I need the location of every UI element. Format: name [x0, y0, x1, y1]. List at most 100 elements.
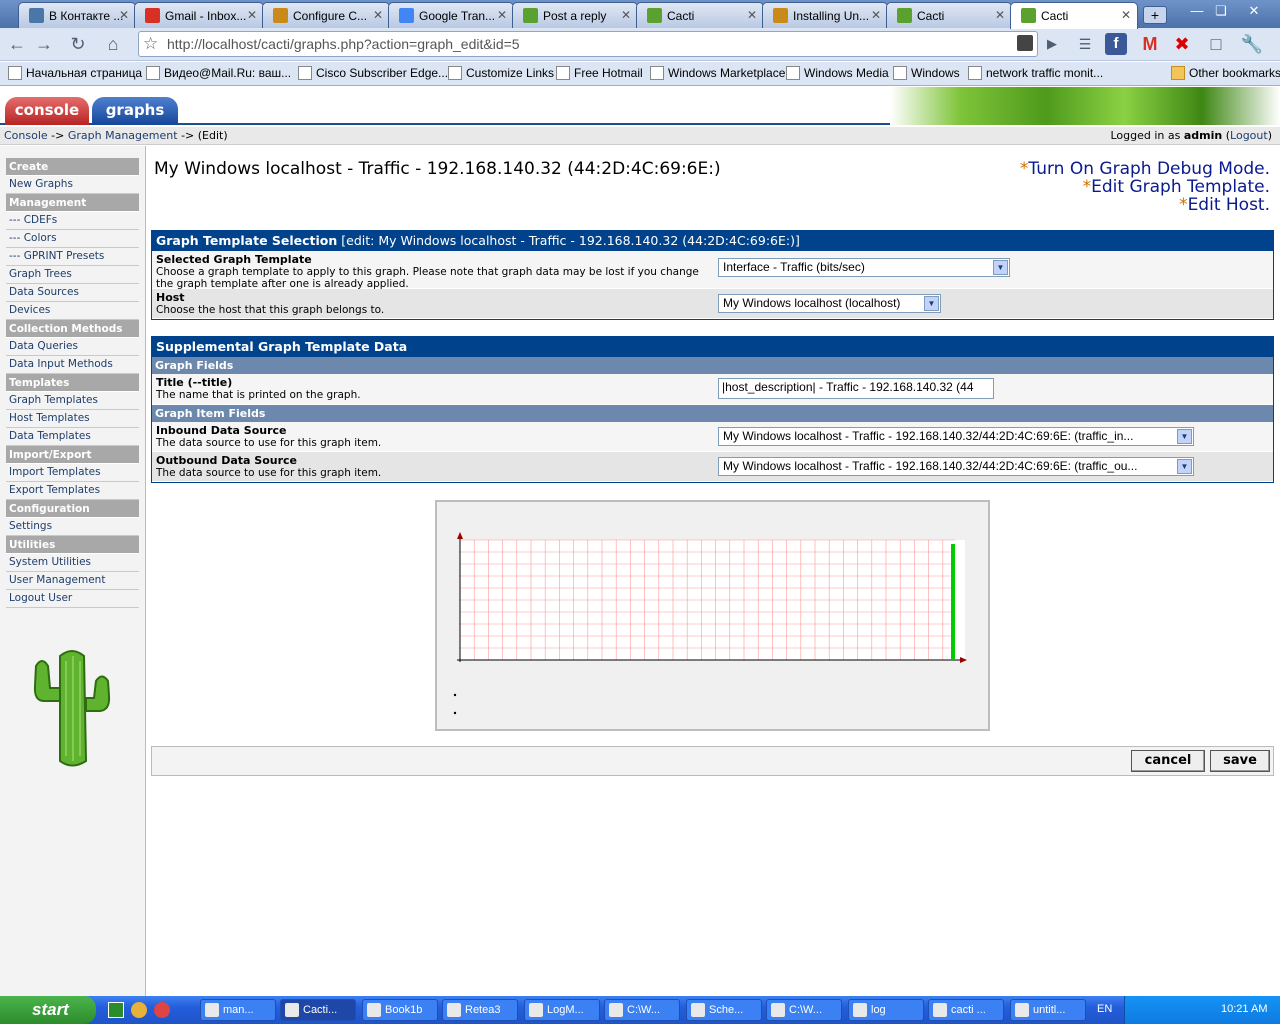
bookmark-item[interactable]: Other bookmarks: [1171, 66, 1280, 80]
close-tab-icon[interactable]: ✕: [621, 8, 631, 22]
browser-tab[interactable]: Google Tran... ✕: [388, 2, 514, 28]
bookmark-item[interactable]: Cisco Subscriber Edge...: [298, 66, 448, 80]
tab-console[interactable]: console: [5, 97, 89, 125]
outbound-data-source-select[interactable]: My Windows localhost - Traffic - 192.168…: [718, 457, 1194, 476]
address-bar[interactable]: ☆: [138, 31, 1038, 57]
page-icon: [786, 66, 800, 80]
menu-item-graph-templates[interactable]: Graph Templates: [6, 392, 139, 410]
reload-icon[interactable]: ↻: [66, 33, 90, 57]
menu-item-cdefs[interactable]: --- CDEFs: [6, 212, 139, 230]
star-icon[interactable]: ☆: [143, 34, 158, 54]
menu-item-system-utilities[interactable]: System Utilities: [6, 554, 139, 572]
edit-graph-template-link[interactable]: Edit Graph Template.: [1091, 177, 1270, 197]
menu-item-colors[interactable]: --- Colors: [6, 230, 139, 248]
taskbar-item[interactable]: C:\W...: [766, 999, 842, 1021]
bookmark-item[interactable]: Начальная страница: [8, 66, 142, 80]
close-tab-icon[interactable]: ✕: [871, 8, 881, 22]
menu-item-data-sources[interactable]: Data Sources: [6, 284, 139, 302]
bookmark-item[interactable]: Windows: [893, 66, 960, 80]
browser-tab[interactable]: В Контакте ... ✕: [18, 2, 136, 28]
sidebar: CreateNew GraphsManagementGraph Manageme…: [0, 146, 711, 996]
url-input[interactable]: [167, 36, 1007, 52]
graph-template-select[interactable]: Interface - Traffic (bits/sec) ▼: [718, 258, 1010, 277]
quick-launch-opera-icon[interactable]: [154, 1002, 170, 1018]
wrench-page-icon[interactable]: [1017, 35, 1033, 51]
quick-launch-excel-icon[interactable]: [108, 1002, 124, 1018]
taskbar-item[interactable]: Cacti...: [280, 999, 356, 1021]
back-icon[interactable]: ←: [5, 33, 29, 57]
taskbar-item[interactable]: man...: [200, 999, 276, 1021]
menu-item-graph-trees[interactable]: Graph Trees: [6, 266, 139, 284]
browser-tab[interactable]: Installing Un... ✕: [762, 2, 888, 28]
menu-item-data-input-methods[interactable]: Data Input Methods: [6, 356, 139, 374]
menu-item-settings[interactable]: Settings: [6, 518, 139, 536]
taskbar-item[interactable]: Book1b: [362, 999, 438, 1021]
language-indicator[interactable]: EN: [1097, 1003, 1112, 1015]
taskbar-item[interactable]: LogM...: [524, 999, 600, 1021]
taskbar-item[interactable]: Sche...: [686, 999, 762, 1021]
close-tab-icon[interactable]: ✕: [1121, 8, 1131, 22]
list-icon[interactable]: ☰: [1073, 33, 1097, 57]
action-links: *Turn On Graph Debug Mode. *Edit Graph T…: [1019, 159, 1270, 215]
close-tab-icon[interactable]: ✕: [995, 8, 1005, 22]
debug-mode-link[interactable]: Turn On Graph Debug Mode.: [1028, 159, 1270, 179]
forward-icon[interactable]: →: [32, 33, 56, 57]
browser-tab[interactable]: Cacti ✕: [636, 2, 764, 28]
taskbar-item[interactable]: Retea3: [442, 999, 518, 1021]
stop-icon[interactable]: ✖: [1170, 33, 1194, 57]
taskbar-item[interactable]: C:\W...: [604, 999, 680, 1021]
page-menu-icon[interactable]: □: [1204, 33, 1228, 57]
bookmark-item[interactable]: Customize Links: [448, 66, 554, 80]
bookmark-item[interactable]: Windows Marketplace: [650, 66, 785, 80]
tab-graphs[interactable]: graphs: [92, 97, 178, 125]
bookmark-item[interactable]: Видео@Mail.Ru: ваш...: [146, 66, 291, 80]
minimize-button[interactable]: —: [1186, 2, 1208, 20]
wrench-menu-icon[interactable]: 🔧: [1240, 33, 1264, 57]
browser-tab[interactable]: Cacti ✕: [1010, 2, 1138, 29]
bookmark-item[interactable]: Windows Media: [786, 66, 889, 80]
taskbar-item[interactable]: log: [848, 999, 924, 1021]
edit-host-link[interactable]: Edit Host.: [1188, 195, 1270, 215]
play-icon[interactable]: ▶: [1040, 33, 1064, 57]
new-tab-button[interactable]: +: [1143, 6, 1167, 24]
save-button[interactable]: save: [1210, 750, 1270, 772]
close-tab-icon[interactable]: ✕: [247, 8, 257, 22]
menu-item-export-templates[interactable]: Export Templates: [6, 482, 139, 500]
bookmark-item[interactable]: Free Hotmail: [556, 66, 643, 80]
browser-tab[interactable]: Cacti ✕: [886, 2, 1012, 28]
breadcrumb-console[interactable]: Console: [4, 129, 48, 142]
logout-link[interactable]: Logout: [1230, 129, 1268, 142]
close-tab-icon[interactable]: ✕: [497, 8, 507, 22]
home-icon[interactable]: ⌂: [101, 33, 125, 57]
taskbar-item[interactable]: cacti ...: [928, 999, 1004, 1021]
menu-item-logout-user[interactable]: Logout User: [6, 590, 139, 608]
inbound-data-source-select[interactable]: My Windows localhost - Traffic - 192.168…: [718, 427, 1194, 446]
close-tab-icon[interactable]: ✕: [747, 8, 757, 22]
menu-item-devices[interactable]: Devices: [6, 302, 139, 320]
browser-tab[interactable]: Gmail - Inbox... ✕: [134, 2, 264, 28]
menu-item-user-management[interactable]: User Management: [6, 572, 139, 590]
menu-item-new-graphs[interactable]: New Graphs: [6, 176, 139, 194]
browser-tab[interactable]: Configure C... ✕: [262, 2, 390, 28]
start-button[interactable]: start: [0, 996, 96, 1024]
restore-button[interactable]: ❏: [1210, 2, 1232, 20]
close-tab-icon[interactable]: ✕: [373, 8, 383, 22]
close-window-button[interactable]: ✕: [1236, 2, 1272, 20]
bookmark-item[interactable]: network traffic monit...: [968, 66, 1103, 80]
gmail-icon[interactable]: M: [1138, 33, 1162, 57]
browser-tab[interactable]: Post a reply ✕: [512, 2, 638, 28]
taskbar-item-label: Cacti...: [303, 1004, 338, 1016]
facebook-icon[interactable]: f: [1105, 33, 1127, 55]
taskbar-item[interactable]: untitl...: [1010, 999, 1086, 1021]
cancel-button[interactable]: cancel: [1131, 750, 1205, 772]
menu-item-data-queries[interactable]: Data Queries: [6, 338, 139, 356]
breadcrumb-graph-management[interactable]: Graph Management: [68, 129, 178, 142]
menu-item-host-templates[interactable]: Host Templates: [6, 410, 139, 428]
quick-launch-chrome-icon[interactable]: [131, 1002, 147, 1018]
menu-item-import-templates[interactable]: Import Templates: [6, 464, 139, 482]
close-tab-icon[interactable]: ✕: [119, 8, 129, 22]
menu-item-data-templates[interactable]: Data Templates: [6, 428, 139, 446]
menu-item-gprint-presets[interactable]: --- GPRINT Presets: [6, 248, 139, 266]
title-input[interactable]: |host_description| - Traffic - 192.168.1…: [718, 378, 994, 399]
host-select[interactable]: My Windows localhost (localhost) ▼: [718, 294, 941, 313]
